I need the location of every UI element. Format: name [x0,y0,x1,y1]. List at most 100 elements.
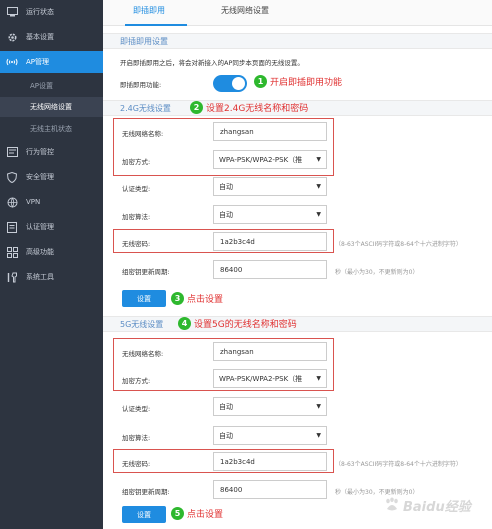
sidebar-item-label: 无线主机状态 [30,125,72,133]
sidebar-item-vpn[interactable]: VPN [0,191,103,213]
behavior-icon [6,146,18,158]
band24-rekey-hint: 秒（最小为30，不更新则为0） [335,269,419,276]
band24-ssid-label: 无线网络名称: [122,130,164,138]
sidebar-item-ap-management[interactable]: AP管理 [0,51,103,73]
sidebar-item-label: 行为管控 [26,148,54,156]
select-value: 自动 [219,402,233,411]
chevron-down-icon: ▼ [316,211,321,218]
band5-save-button[interactable]: 设置 [122,506,166,523]
band5-enc-label: 加密方式: [122,377,151,385]
shield-icon [6,171,18,183]
band5-section-header: 5G无线设置 [103,316,492,332]
sidebar-item-label: VPN [26,198,41,206]
baidu-watermark: Baidu经验 [384,491,484,519]
band5-enc-select[interactable]: WPA-PSK/WPA2-PSK（推 ▼ [213,369,327,388]
band24-auth-label: 认证类型: [122,185,151,193]
band24-auth-select[interactable]: 自动 ▼ [213,177,327,196]
sidebar-item-label: 高级功能 [26,248,54,256]
sidebar-item-label: AP管理 [26,58,50,66]
sidebar-item-behavior-control[interactable]: 行为管控 [0,141,103,163]
band5-ssid-label: 无线网络名称: [122,350,164,358]
annotation-number: 1 [254,75,267,88]
band5-auth-select[interactable]: 自动 ▼ [213,397,327,416]
annotation-text: 设置2.4G无线名称和密码 [206,104,309,114]
main-panel: 即插即用 无线网络设置 即插即用设置 开启即插即用之后，将会对新接入的AP同步本… [103,0,492,529]
annotation-number: 5 [171,507,184,520]
band5-rekey-label: 组密钥更新周期: [122,488,170,496]
annotation-number: 3 [171,292,184,305]
annotation-number: 4 [178,317,191,330]
annotation-text: 点击设置 [187,510,224,520]
annotation-text: 点击设置 [187,295,224,305]
band24-ssid-input[interactable]: zhangsan [213,122,327,141]
band5-pwd-label: 无线密码: [122,460,151,468]
active-tab-indicator [125,24,187,26]
section-title: 即插即用设置 [120,37,168,46]
sidebar-item-label: 安全管理 [26,173,54,181]
annotation-text: 设置5G的无线名称和密码 [194,320,297,330]
annotation-text: 开启即插即用功能 [270,78,343,88]
band5-pwd-input[interactable]: 1a2b3c4d [213,452,327,471]
wireless-ap-icon [6,56,18,68]
auth-icon [6,221,18,233]
paw-icon [386,497,398,511]
sidebar-item-wireless-settings[interactable]: 无线网络设置 [0,97,103,117]
chevron-down-icon: ▼ [316,375,321,382]
sidebar-item-label: 基本设置 [26,33,54,41]
sidebar-item-security[interactable]: 安全管理 [0,166,103,188]
band24-rekey-input[interactable]: 86400 [213,260,327,279]
gear-icon [6,31,18,43]
sidebar-item-basic-settings[interactable]: 基本设置 [0,26,103,48]
band24-algo-select[interactable]: 自动 ▼ [213,205,327,224]
select-value: 自动 [219,182,233,191]
band24-save-button[interactable]: 设置 [122,290,166,307]
sidebar-item-label: 无线网络设置 [30,103,72,111]
band5-ssid-input[interactable]: zhangsan [213,342,327,361]
band24-enc-label: 加密方式: [122,158,151,166]
tab-bar: 即插即用 无线网络设置 [103,0,492,26]
select-value: WPA-PSK/WPA2-PSK（推 [219,155,303,164]
band5-algo-select[interactable]: 自动 ▼ [213,426,327,445]
sidebar-item-label: 认证管理 [26,223,54,231]
band5-pwd-hint: （8-63个ASCII码字符或8-64个十六进制字符） [335,461,462,468]
select-value: WPA-PSK/WPA2-PSK（推 [219,374,303,383]
band5-rekey-input[interactable]: 86400 [213,480,327,499]
chevron-down-icon: ▼ [316,183,321,190]
plug-section-header: 即插即用设置 [103,33,492,49]
watermark-text: Baidu经验 [403,499,471,515]
select-value: 自动 [219,210,233,219]
sidebar-item-wireless-host-status[interactable]: 无线主机状态 [0,119,103,139]
plug-toggle-label: 即插即用功能: [120,81,162,89]
sidebar-item-status[interactable]: 运行状态 [0,1,103,23]
plug-toggle-switch[interactable] [213,75,247,92]
tab-plug-and-play[interactable]: 即插即用 [133,5,165,16]
band24-rekey-label: 组密钥更新周期: [122,268,170,276]
sidebar-item-advanced[interactable]: 高级功能 [0,241,103,263]
band24-pwd-label: 无线密码: [122,240,151,248]
sidebar: 运行状态 基本设置 AP管理 AP设置 无线网络设置 无线主机状态 行为管控 安… [0,0,103,529]
monitor-icon [6,6,18,18]
toggle-knob [232,77,245,90]
chevron-down-icon: ▼ [316,156,321,163]
grid-icon [6,246,18,258]
section-title: 2.4G无线设置 [120,104,171,113]
band24-pwd-hint: （8-63个ASCII码字符或8-64个十六进制字符） [335,241,462,248]
sidebar-item-label: 系统工具 [26,273,54,281]
sidebar-item-ap-settings[interactable]: AP设置 [0,76,103,96]
sidebar-item-auth-management[interactable]: 认证管理 [0,216,103,238]
annotation-number: 2 [190,101,203,114]
sidebar-item-system-tools[interactable]: 系统工具 [0,266,103,288]
annotation-3: 3 点击设置 [171,292,223,305]
annotation-2: 2 设置2.4G无线名称和密码 [190,101,308,114]
sidebar-item-label: AP设置 [30,82,54,90]
tab-wireless-settings[interactable]: 无线网络设置 [221,5,269,16]
section-title: 5G无线设置 [120,320,164,329]
chevron-down-icon: ▼ [316,432,321,439]
select-value: 自动 [219,431,233,440]
annotation-5: 5 点击设置 [171,507,223,520]
band5-algo-label: 加密算法: [122,434,151,442]
sidebar-item-label: 运行状态 [26,8,54,16]
band24-enc-select[interactable]: WPA-PSK/WPA2-PSK（推 ▼ [213,150,327,169]
plug-description: 开启即插即用之后，将会对新接入的AP同步本页面的无线设置。 [120,59,304,67]
band24-pwd-input[interactable]: 1a2b3c4d [213,232,327,251]
